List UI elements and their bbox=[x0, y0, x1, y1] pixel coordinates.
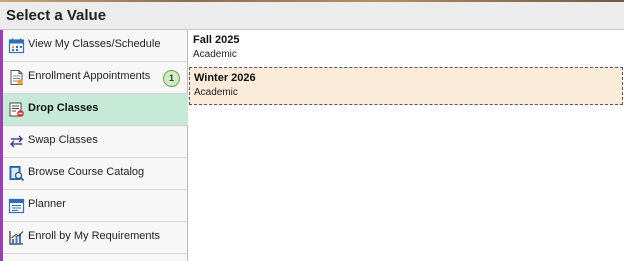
term-career: Academic bbox=[193, 49, 237, 60]
drop-icon bbox=[9, 102, 24, 117]
sidebar-item-browse-course-catalog[interactable]: Browse Course Catalog bbox=[3, 158, 188, 190]
dialog-title: Select a Value bbox=[6, 7, 107, 24]
sidebar-item-label: Drop Classes bbox=[28, 102, 99, 114]
sidebar-item-enrollment-appointments[interactable]: Enrollment Appointments 1 bbox=[3, 62, 188, 94]
term-career: Academic bbox=[194, 87, 238, 98]
sidebar: View My Classes/Schedule Enrollment Appo… bbox=[3, 30, 188, 261]
calendar-icon bbox=[8, 38, 25, 54]
catalog-search-icon bbox=[9, 166, 25, 182]
term-row-winter-2026[interactable]: Winter 2026 Academic bbox=[189, 67, 623, 105]
term-list: Fall 2025 Academic Winter 2026 Academic bbox=[189, 30, 624, 261]
term-row-fall-2025[interactable]: Fall 2025 Academic bbox=[189, 30, 623, 68]
sidebar-item-swap-classes[interactable]: Swap Classes bbox=[3, 126, 188, 158]
sidebar-item-view-my-classes[interactable]: View My Classes/Schedule bbox=[3, 30, 188, 62]
sidebar-item-label: Browse Course Catalog bbox=[28, 166, 145, 178]
term-name: Fall 2025 bbox=[193, 34, 240, 46]
sidebar-item-drop-classes[interactable]: Drop Classes bbox=[3, 94, 188, 126]
planner-icon bbox=[8, 198, 25, 214]
term-name: Winter 2026 bbox=[194, 72, 256, 84]
sidebar-item-label: Enrollment Appointments bbox=[28, 70, 151, 82]
sidebar-item-label: Enroll by My Requirements bbox=[28, 230, 161, 242]
sidebar-item-enroll-by-requirements[interactable]: Enroll by My Requirements bbox=[3, 222, 188, 254]
sidebar-item-label: View My Classes/Schedule bbox=[28, 38, 161, 50]
appointment-count-badge: 1 bbox=[163, 70, 180, 87]
appointment-icon bbox=[10, 70, 23, 85]
swap-icon bbox=[10, 135, 23, 148]
sidebar-item-label: Swap Classes bbox=[28, 134, 98, 146]
dialog-header: Select a Value bbox=[0, 2, 624, 30]
chart-icon bbox=[9, 231, 24, 245]
sidebar-item-label: Planner bbox=[28, 198, 66, 210]
sidebar-item-planner[interactable]: Planner bbox=[3, 190, 188, 222]
